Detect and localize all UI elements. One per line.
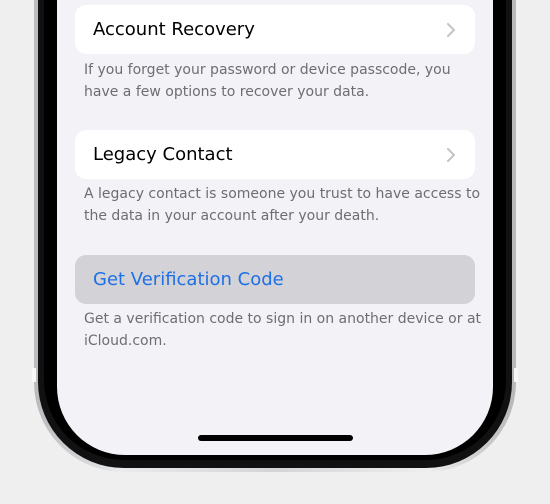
legacy-contact-label: Legacy Contact [93, 144, 233, 165]
get-verification-code-label: Get Verification Code [93, 269, 284, 290]
phone-screenshot: Account Recovery If you forget your pass… [0, 0, 550, 504]
get-verification-code-button[interactable]: Get Verification Code [75, 255, 475, 304]
chevron-right-icon [447, 23, 455, 37]
legacy-contact-footer: A legacy contact is someone you trust to… [84, 186, 481, 224]
account-recovery-label: Account Recovery [93, 19, 255, 40]
account-recovery-row[interactable]: Account Recovery [75, 5, 475, 54]
chevron-right-icon [447, 148, 455, 162]
home-indicator[interactable] [198, 435, 353, 441]
account-recovery-footer: If you forget your password or device pa… [84, 62, 451, 100]
verification-footer: Get a verification code to sign in on an… [84, 311, 482, 349]
antenna-band-left [32, 368, 36, 382]
antenna-band-right [514, 368, 518, 382]
settings-screen[interactable]: Account Recovery If you forget your pass… [57, 0, 493, 455]
legacy-contact-row[interactable]: Legacy Contact [75, 130, 475, 179]
